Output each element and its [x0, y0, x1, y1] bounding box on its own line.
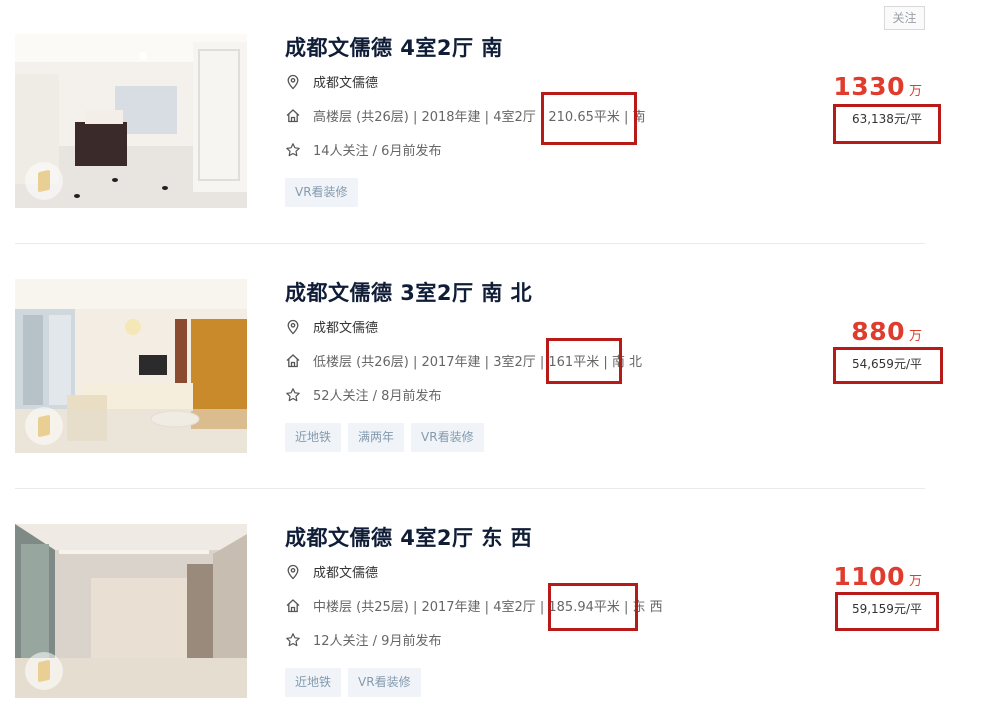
- total-price: 1100 万: [833, 562, 922, 591]
- vr-badge-icon: [25, 652, 63, 690]
- follow-info-text: 52人关注 / 8月前发布: [313, 389, 442, 404]
- orientation-text: | 东 西: [624, 600, 663, 615]
- community-row: 成都文儒德: [285, 319, 378, 339]
- area-text: 210.65平米: [548, 110, 620, 125]
- house-info-text: 高楼层 (共26层) | 2018年建 | 4室2厅 |: [313, 110, 545, 125]
- unit-price: 54,659元/平: [851, 357, 922, 371]
- location-pin-icon: [285, 564, 301, 580]
- total-price: 1330 万: [833, 72, 922, 101]
- tag-list: 近地铁 VR看装修: [285, 668, 421, 697]
- house-icon: [285, 598, 301, 614]
- divider: [15, 488, 925, 489]
- star-icon: [285, 142, 301, 158]
- location-pin-icon: [285, 74, 301, 90]
- listing-item: 成都文儒德 4室2厅 东 西 成都文儒德 中楼层 (共25层) | 2017年建…: [0, 490, 982, 698]
- listing-title[interactable]: 成都文儒德 4室2厅 南: [285, 32, 503, 62]
- follow-info-text: 12人关注 / 9月前发布: [313, 634, 442, 649]
- listing-photo[interactable]: [15, 279, 247, 453]
- price-value: 880: [851, 317, 905, 346]
- house-info-text: 低楼层 (共26层) | 2017年建 | 3室2厅 |: [313, 355, 545, 370]
- tag-vr[interactable]: VR看装修: [411, 423, 484, 452]
- follow-info-row: 14人关注 / 6月前发布: [285, 142, 441, 162]
- tag-near-subway[interactable]: 近地铁: [285, 423, 342, 452]
- star-icon: [285, 387, 301, 403]
- community-row: 成都文儒德: [285, 564, 378, 584]
- orientation-text: | 南: [624, 110, 646, 125]
- tag-list: 近地铁 满两年 VR看装修: [285, 423, 484, 452]
- tag-vr[interactable]: VR看装修: [285, 178, 358, 207]
- community-link[interactable]: 成都文儒德: [313, 566, 378, 581]
- unit-price: 59,159元/平: [851, 602, 922, 616]
- listing-item: 成都文儒德 4室2厅 南 成都文儒德 高楼层 (共26层) | 2018年建 |…: [0, 0, 982, 208]
- house-info-row: 高楼层 (共26层) | 2018年建 | 4室2厅 | 210.65平米 | …: [285, 108, 646, 128]
- divider: [15, 243, 925, 244]
- listing-item: 成都文儒德 3室2厅 南 北 成都文儒德 低楼层 (共26层) | 2017年建…: [0, 245, 982, 453]
- vr-badge-icon: [25, 162, 63, 200]
- price-unit: 万: [908, 329, 922, 344]
- follow-info-row: 52人关注 / 8月前发布: [285, 387, 441, 407]
- tag-near-subway[interactable]: 近地铁: [285, 668, 342, 697]
- follow-info-text: 14人关注 / 6月前发布: [313, 144, 442, 159]
- community-link[interactable]: 成都文儒德: [313, 321, 378, 336]
- house-info-row: 中楼层 (共25层) | 2017年建 | 4室2厅 | 185.94平米 | …: [285, 598, 663, 618]
- orientation-text: | 南 北: [603, 355, 643, 370]
- house-info-row: 低楼层 (共26层) | 2017年建 | 3室2厅 | 161平米 | 南 北: [285, 353, 642, 373]
- total-price: 880 万: [851, 317, 922, 346]
- listing-photo[interactable]: [15, 524, 247, 698]
- area-text: 185.94平米: [548, 600, 620, 615]
- unit-price: 63,138元/平: [851, 112, 922, 126]
- area-text: 161平米: [548, 355, 600, 370]
- community-row: 成都文儒德: [285, 74, 378, 94]
- house-info-text: 中楼层 (共25层) | 2017年建 | 4室2厅 |: [313, 600, 545, 615]
- listing-title[interactable]: 成都文儒德 3室2厅 南 北: [285, 277, 532, 307]
- listing-title[interactable]: 成都文儒德 4室2厅 东 西: [285, 522, 532, 552]
- follow-info-row: 12人关注 / 9月前发布: [285, 632, 441, 652]
- price-unit: 万: [908, 84, 922, 99]
- tag-list: VR看装修: [285, 178, 358, 207]
- tag-two-years[interactable]: 满两年: [348, 423, 405, 452]
- star-icon: [285, 632, 301, 648]
- price-value: 1100: [833, 562, 905, 591]
- house-icon: [285, 353, 301, 369]
- house-icon: [285, 108, 301, 124]
- tag-vr[interactable]: VR看装修: [348, 668, 421, 697]
- vr-badge-icon: [25, 407, 63, 445]
- community-link[interactable]: 成都文儒德: [313, 76, 378, 91]
- location-pin-icon: [285, 319, 301, 335]
- listing-photo[interactable]: [15, 34, 247, 208]
- price-unit: 万: [908, 574, 922, 589]
- price-value: 1330: [833, 72, 905, 101]
